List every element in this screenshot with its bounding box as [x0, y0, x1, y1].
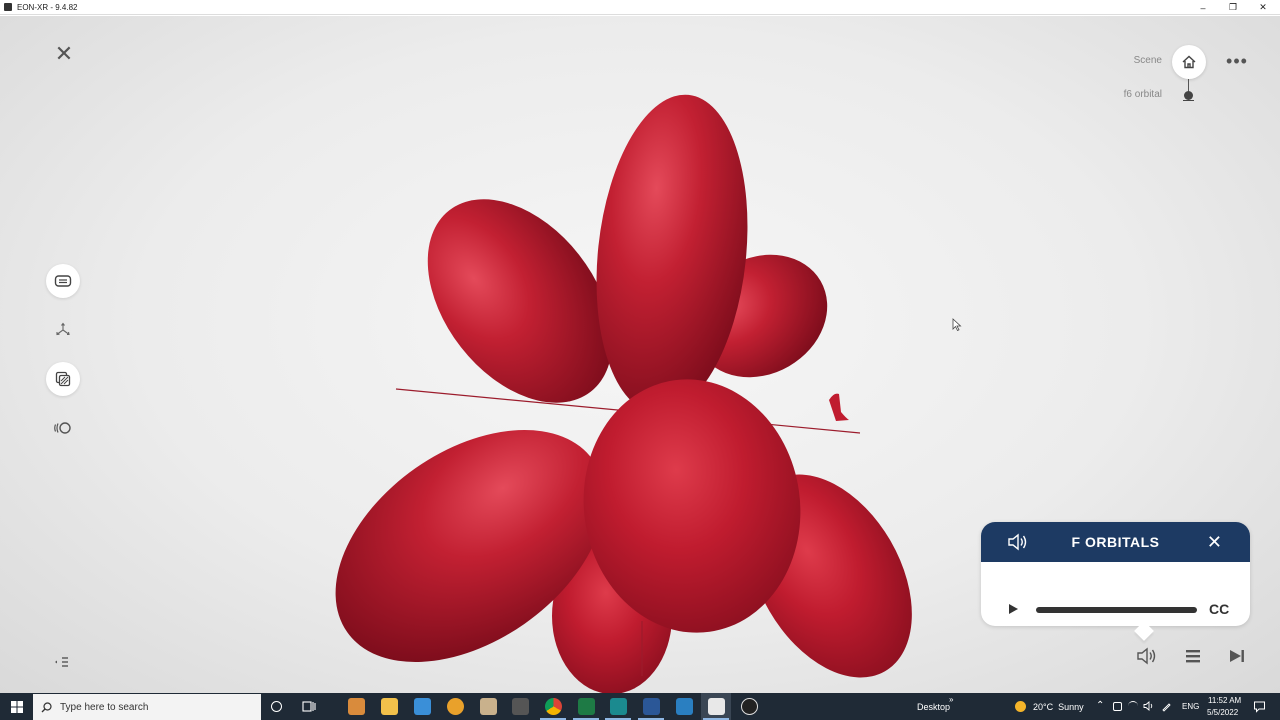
closed-captions-button[interactable]: CC [1209, 601, 1229, 617]
app-icon[interactable] [610, 698, 627, 715]
app-icon[interactable] [676, 698, 693, 715]
app-icon[interactable] [512, 698, 529, 715]
windows-taskbar: Type here to search Desktop » 20°C Sunny… [0, 693, 1280, 720]
pen-icon[interactable] [1161, 701, 1172, 712]
close-window-button[interactable]: ✕ [1248, 0, 1278, 15]
speaker-tray-icon[interactable] [1143, 701, 1154, 711]
axis-marker [829, 393, 849, 421]
panel-close-button[interactable]: ✕ [1207, 532, 1222, 552]
app-icon[interactable] [348, 698, 365, 715]
toolbar-overflow-icon[interactable]: » [949, 695, 953, 704]
weather-sun-icon [1015, 701, 1026, 712]
file-explorer-icon[interactable] [381, 698, 398, 715]
taskbar-search-box[interactable]: Type here to search [33, 694, 261, 720]
weather-text[interactable]: 20°C Sunny [1033, 702, 1084, 712]
app-icon[interactable] [414, 698, 431, 715]
scene-viewport[interactable]: ✕ Scene f6 orbital ••• F ORBITALS ✕ CC [0, 16, 1280, 693]
play-icon[interactable] [1007, 603, 1019, 615]
tray-app-icon[interactable] [1113, 702, 1122, 711]
restore-button[interactable]: ❐ [1218, 0, 1248, 15]
panel-header: F ORBITALS ✕ [981, 522, 1250, 562]
mouse-cursor-icon [952, 318, 962, 332]
eon-xr-icon[interactable] [708, 698, 725, 715]
windows-logo-icon [10, 700, 23, 713]
excel-icon[interactable] [578, 698, 595, 715]
clock-time[interactable]: 11:52 AM [1208, 696, 1241, 705]
clock-date[interactable]: 5/5/2022 [1207, 708, 1238, 717]
audio-progress-bar[interactable] [1036, 607, 1197, 613]
app-icon[interactable] [447, 698, 464, 715]
wifi-icon[interactable] [1128, 701, 1138, 711]
search-icon [41, 701, 52, 712]
audio-narration-panel: F ORBITALS ✕ CC [981, 522, 1250, 641]
language-indicator[interactable]: ENG [1182, 702, 1199, 711]
speaker-icon[interactable] [1007, 533, 1029, 551]
task-view-icon[interactable] [302, 700, 316, 713]
desktop-toolbar-label[interactable]: Desktop [917, 702, 950, 712]
panel-title: F ORBITALS [1071, 534, 1160, 550]
search-placeholder: Type here to search [60, 701, 149, 713]
app-icon[interactable] [480, 698, 497, 715]
window-title: EON-XR - 9.4.82 [17, 2, 78, 12]
app-icon[interactable] [741, 698, 758, 715]
notifications-icon[interactable] [1253, 700, 1266, 713]
minimize-button[interactable]: – [1188, 0, 1218, 15]
word-icon[interactable] [643, 698, 660, 715]
window-title-bar: EON-XR - 9.4.82 – ❐ ✕ [0, 0, 1280, 15]
menu-icon[interactable] [1182, 646, 1204, 666]
start-button[interactable] [0, 693, 33, 720]
skip-next-icon[interactable] [1226, 646, 1248, 666]
tray-overflow-icon[interactable]: ⌃ [1096, 700, 1104, 711]
cortana-icon[interactable] [271, 701, 282, 712]
volume-icon[interactable] [1136, 646, 1158, 666]
app-logo-icon [4, 3, 12, 11]
chrome-icon[interactable] [545, 698, 562, 715]
